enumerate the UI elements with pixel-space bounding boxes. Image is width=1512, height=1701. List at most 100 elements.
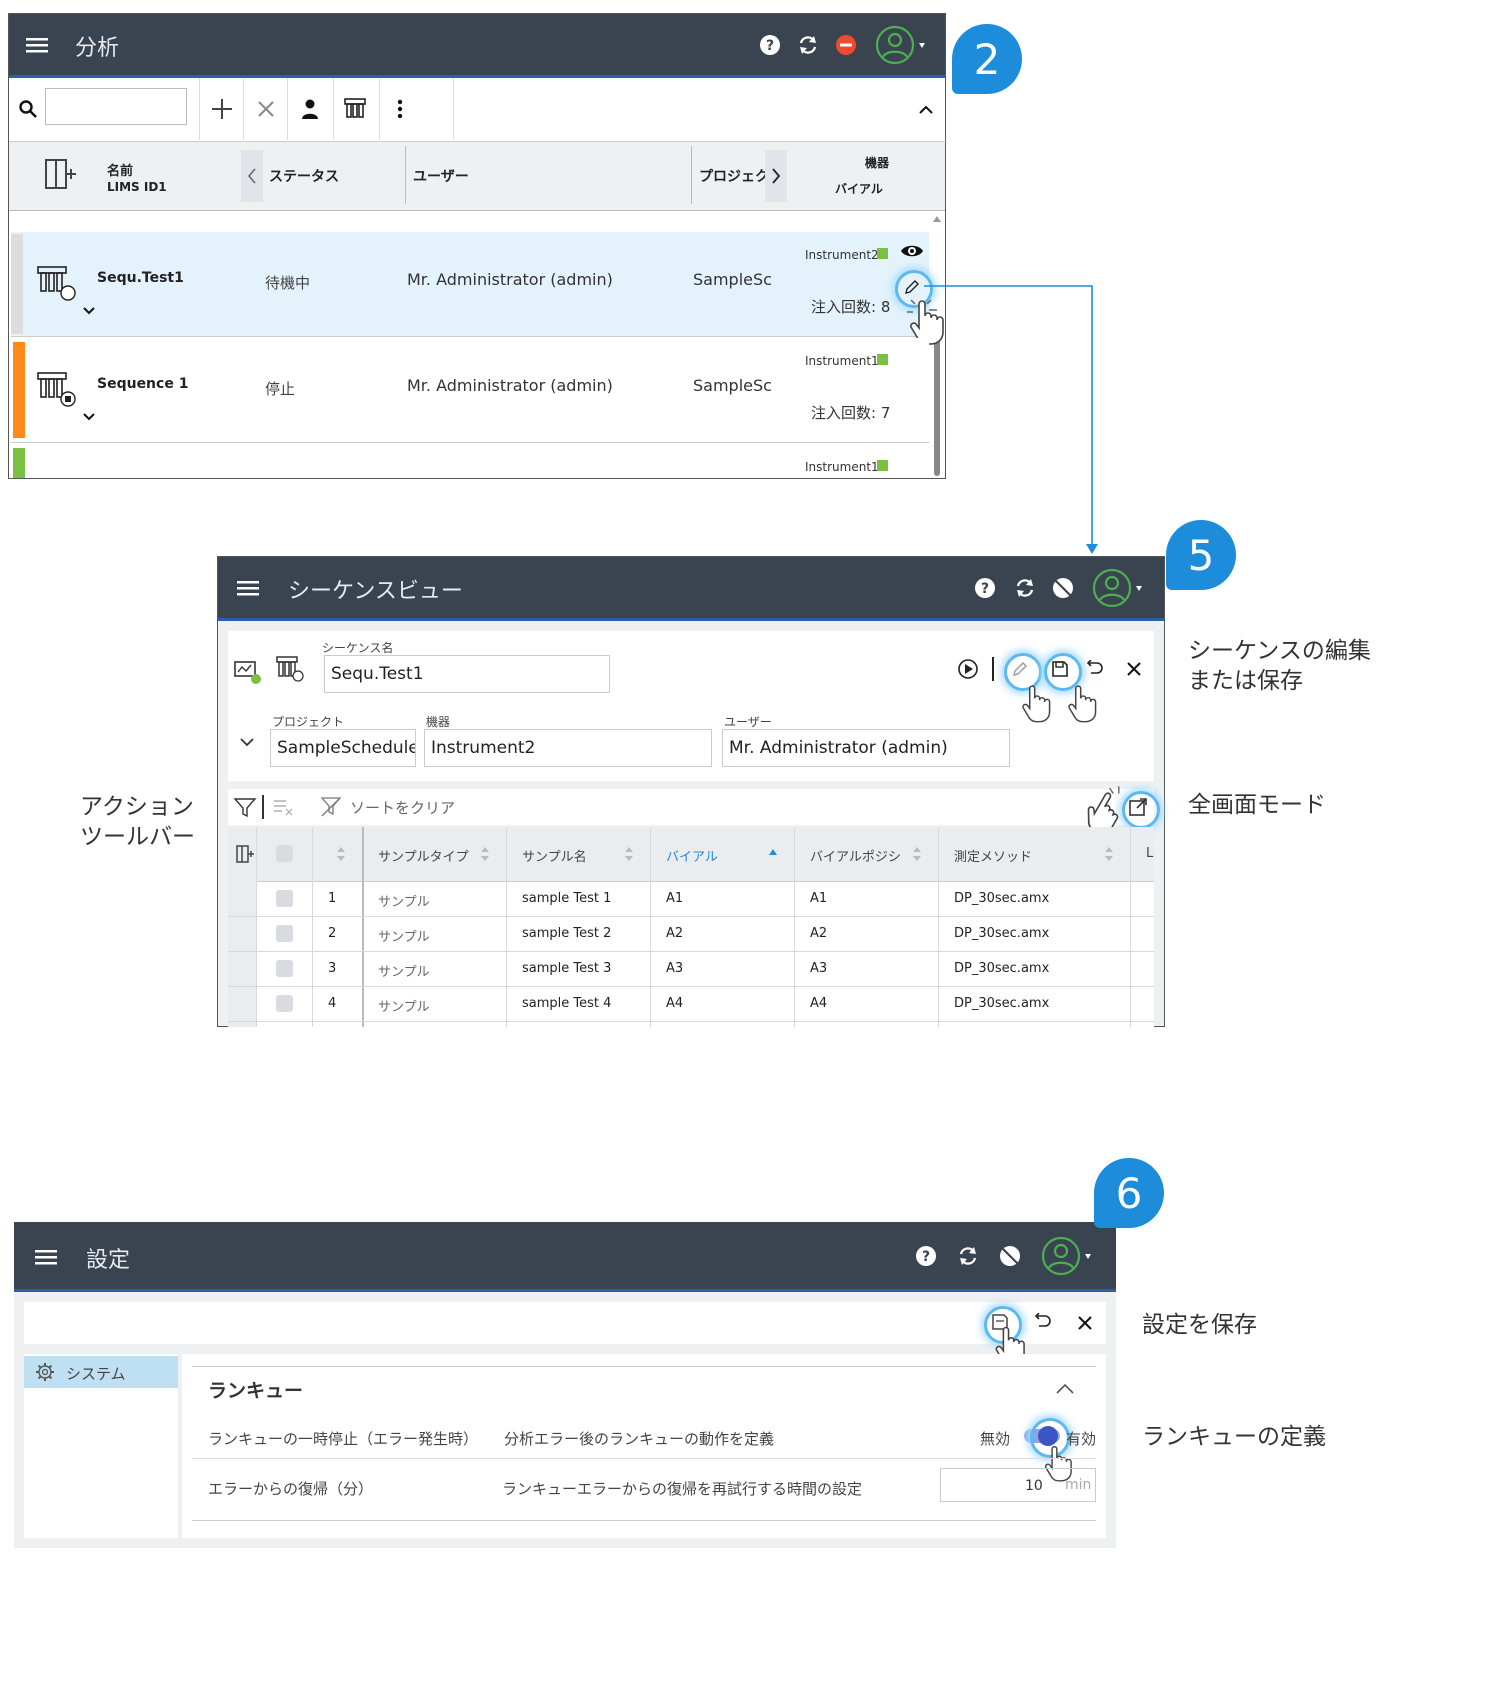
close-icon[interactable]	[1074, 1312, 1096, 1334]
cell-n: 1	[328, 891, 337, 906]
row-checkbox[interactable]	[276, 995, 293, 1012]
col-lims[interactable]: LIMS ID1	[107, 180, 167, 194]
filter-icon[interactable]	[232, 795, 258, 819]
undo-icon[interactable]	[1032, 1310, 1054, 1332]
sort-icon[interactable]	[1102, 845, 1116, 863]
undo-icon[interactable]	[1084, 657, 1106, 679]
disconnected-icon[interactable]	[1052, 577, 1074, 599]
close-icon[interactable]	[1122, 657, 1146, 681]
cell-vial: A2	[666, 926, 684, 941]
col-sample-name[interactable]: サンプル名	[522, 846, 587, 865]
col-name[interactable]: 名前	[107, 160, 133, 179]
cell-pos: A1	[810, 891, 828, 906]
table-row[interactable]: 4 サンプル sample Test 4 A4 A4 DP_30sec.amx	[228, 986, 1154, 1022]
col-vial[interactable]: バイアル	[666, 846, 718, 865]
close-icon[interactable]	[253, 96, 279, 122]
row-checkbox[interactable]	[276, 960, 293, 977]
fullscreen-icon[interactable]	[1127, 796, 1149, 818]
nav-item-system[interactable]: システム	[24, 1356, 178, 1388]
row-checkbox[interactable]	[276, 890, 293, 907]
eye-icon[interactable]	[899, 240, 925, 262]
refresh-icon[interactable]	[1014, 577, 1036, 599]
stop-icon[interactable]	[835, 34, 857, 56]
search-input[interactable]	[45, 88, 187, 125]
clear-filter-icon[interactable]	[270, 795, 296, 819]
add-icon[interactable]	[209, 96, 235, 122]
instrument-input[interactable]: Instrument2	[424, 729, 712, 767]
analysis-toolbar	[9, 78, 947, 142]
scroll-right-arrow[interactable]	[765, 150, 787, 202]
cell-n: 2	[328, 926, 337, 941]
seq-name-input[interactable]: Sequ.Test1	[324, 655, 610, 693]
table-row[interactable]: Sequ.Test1 待機中 Mr. Administrator (admin)…	[11, 232, 929, 337]
more-options-icon[interactable]	[389, 96, 411, 122]
chevron-down-icon[interactable]	[81, 410, 97, 424]
cell-type: サンプル	[378, 1000, 430, 1015]
sort-icon[interactable]	[622, 845, 636, 863]
help-icon[interactable]: ?	[914, 1244, 938, 1268]
recovery-minutes-input[interactable]: 10 min	[940, 1468, 1096, 1502]
refresh-icon[interactable]	[797, 34, 819, 56]
user-avatar-icon[interactable]	[1092, 567, 1148, 609]
table-row[interactable]: 3 サンプル sample Test 3 A3 A3 DP_30sec.amx	[228, 951, 1154, 987]
settings-topbar: 設定 ?	[14, 1222, 1116, 1292]
clear-sort-icon[interactable]	[318, 795, 344, 819]
col-vial-position[interactable]: バイアルポジシ	[810, 846, 901, 865]
recovery-unit: min	[1065, 1477, 1092, 1493]
step-badge: 6	[1094, 1158, 1164, 1228]
sort-asc-icon[interactable]	[766, 845, 780, 859]
user-avatar-icon[interactable]	[875, 24, 931, 66]
cell-pos: A4	[810, 996, 828, 1011]
select-all-checkbox[interactable]	[276, 845, 293, 862]
sort-icon[interactable]	[478, 845, 492, 863]
chevron-down-icon[interactable]	[238, 735, 256, 749]
scroll-left-arrow[interactable]	[241, 150, 263, 202]
chevron-up-icon[interactable]	[915, 98, 937, 120]
col-user[interactable]: ユーザー	[413, 166, 469, 186]
col-extra[interactable]: L	[1146, 846, 1153, 861]
sort-icon[interactable]	[334, 845, 348, 863]
search-icon	[17, 98, 39, 120]
table-row[interactable]: Instrument1	[11, 444, 929, 478]
run-icon[interactable]	[956, 657, 980, 681]
table-row[interactable]: 2 サンプル sample Test 2 A2 A2 DP_30sec.amx	[228, 916, 1154, 952]
settings-actionbar	[24, 1302, 1106, 1344]
project-input[interactable]: SampleScheduler (U	[270, 729, 416, 767]
divider	[243, 78, 244, 140]
menu-icon[interactable]	[236, 577, 260, 599]
col-vial[interactable]: バイアル	[835, 180, 883, 197]
sequence-view-panel: シーケンスビュー ? シーケンス名 Sequ.Test1 プロジェクト Samp…	[217, 556, 1165, 1027]
user-avatar-icon[interactable]	[1040, 1234, 1098, 1278]
col-instrument[interactable]: 機器	[865, 154, 889, 171]
table-row[interactable]: 1 サンプル sample Test 1 A1 A1 DP_30sec.amx	[228, 881, 1154, 917]
col-method[interactable]: 測定メソッド	[954, 846, 1032, 865]
help-icon[interactable]: ?	[974, 577, 996, 599]
cell-type: サンプル	[378, 930, 430, 945]
row-status: 待機中	[265, 274, 311, 292]
user-input[interactable]: Mr. Administrator (admin)	[722, 729, 1010, 767]
column-chooser-icon[interactable]	[234, 843, 256, 865]
setting-description: ランキューエラーからの復帰を再試行する時間の設定	[502, 1480, 863, 1498]
recovery-value: 10	[1025, 1478, 1043, 1494]
column-chooser-icon[interactable]	[43, 156, 79, 192]
menu-icon[interactable]	[34, 1246, 58, 1268]
divider	[453, 78, 454, 140]
col-sample-type[interactable]: サンプルタイプ	[378, 846, 469, 865]
sequence-tray-icon[interactable]	[341, 94, 369, 122]
row-checkbox[interactable]	[276, 925, 293, 942]
chevron-up-icon[interactable]	[1054, 1380, 1076, 1398]
person-icon[interactable]	[297, 96, 323, 122]
refresh-icon[interactable]	[956, 1244, 980, 1268]
row-injections: 注入回数: 8	[811, 298, 891, 316]
cell-pos: A3	[810, 961, 828, 976]
table-row[interactable]: Sequence 1 停止 Mr. Administrator (admin) …	[11, 338, 929, 443]
col-project[interactable]: プロジェク	[699, 166, 769, 186]
help-icon[interactable]: ?	[759, 34, 781, 56]
sort-icon[interactable]	[910, 845, 924, 863]
col-status[interactable]: ステータス	[269, 166, 339, 186]
chevron-down-icon[interactable]	[81, 304, 97, 318]
divider	[691, 146, 692, 204]
disconnected-icon[interactable]	[998, 1244, 1022, 1268]
menu-icon[interactable]	[25, 34, 49, 56]
clear-sort-label[interactable]: ソートをクリア	[350, 797, 455, 818]
